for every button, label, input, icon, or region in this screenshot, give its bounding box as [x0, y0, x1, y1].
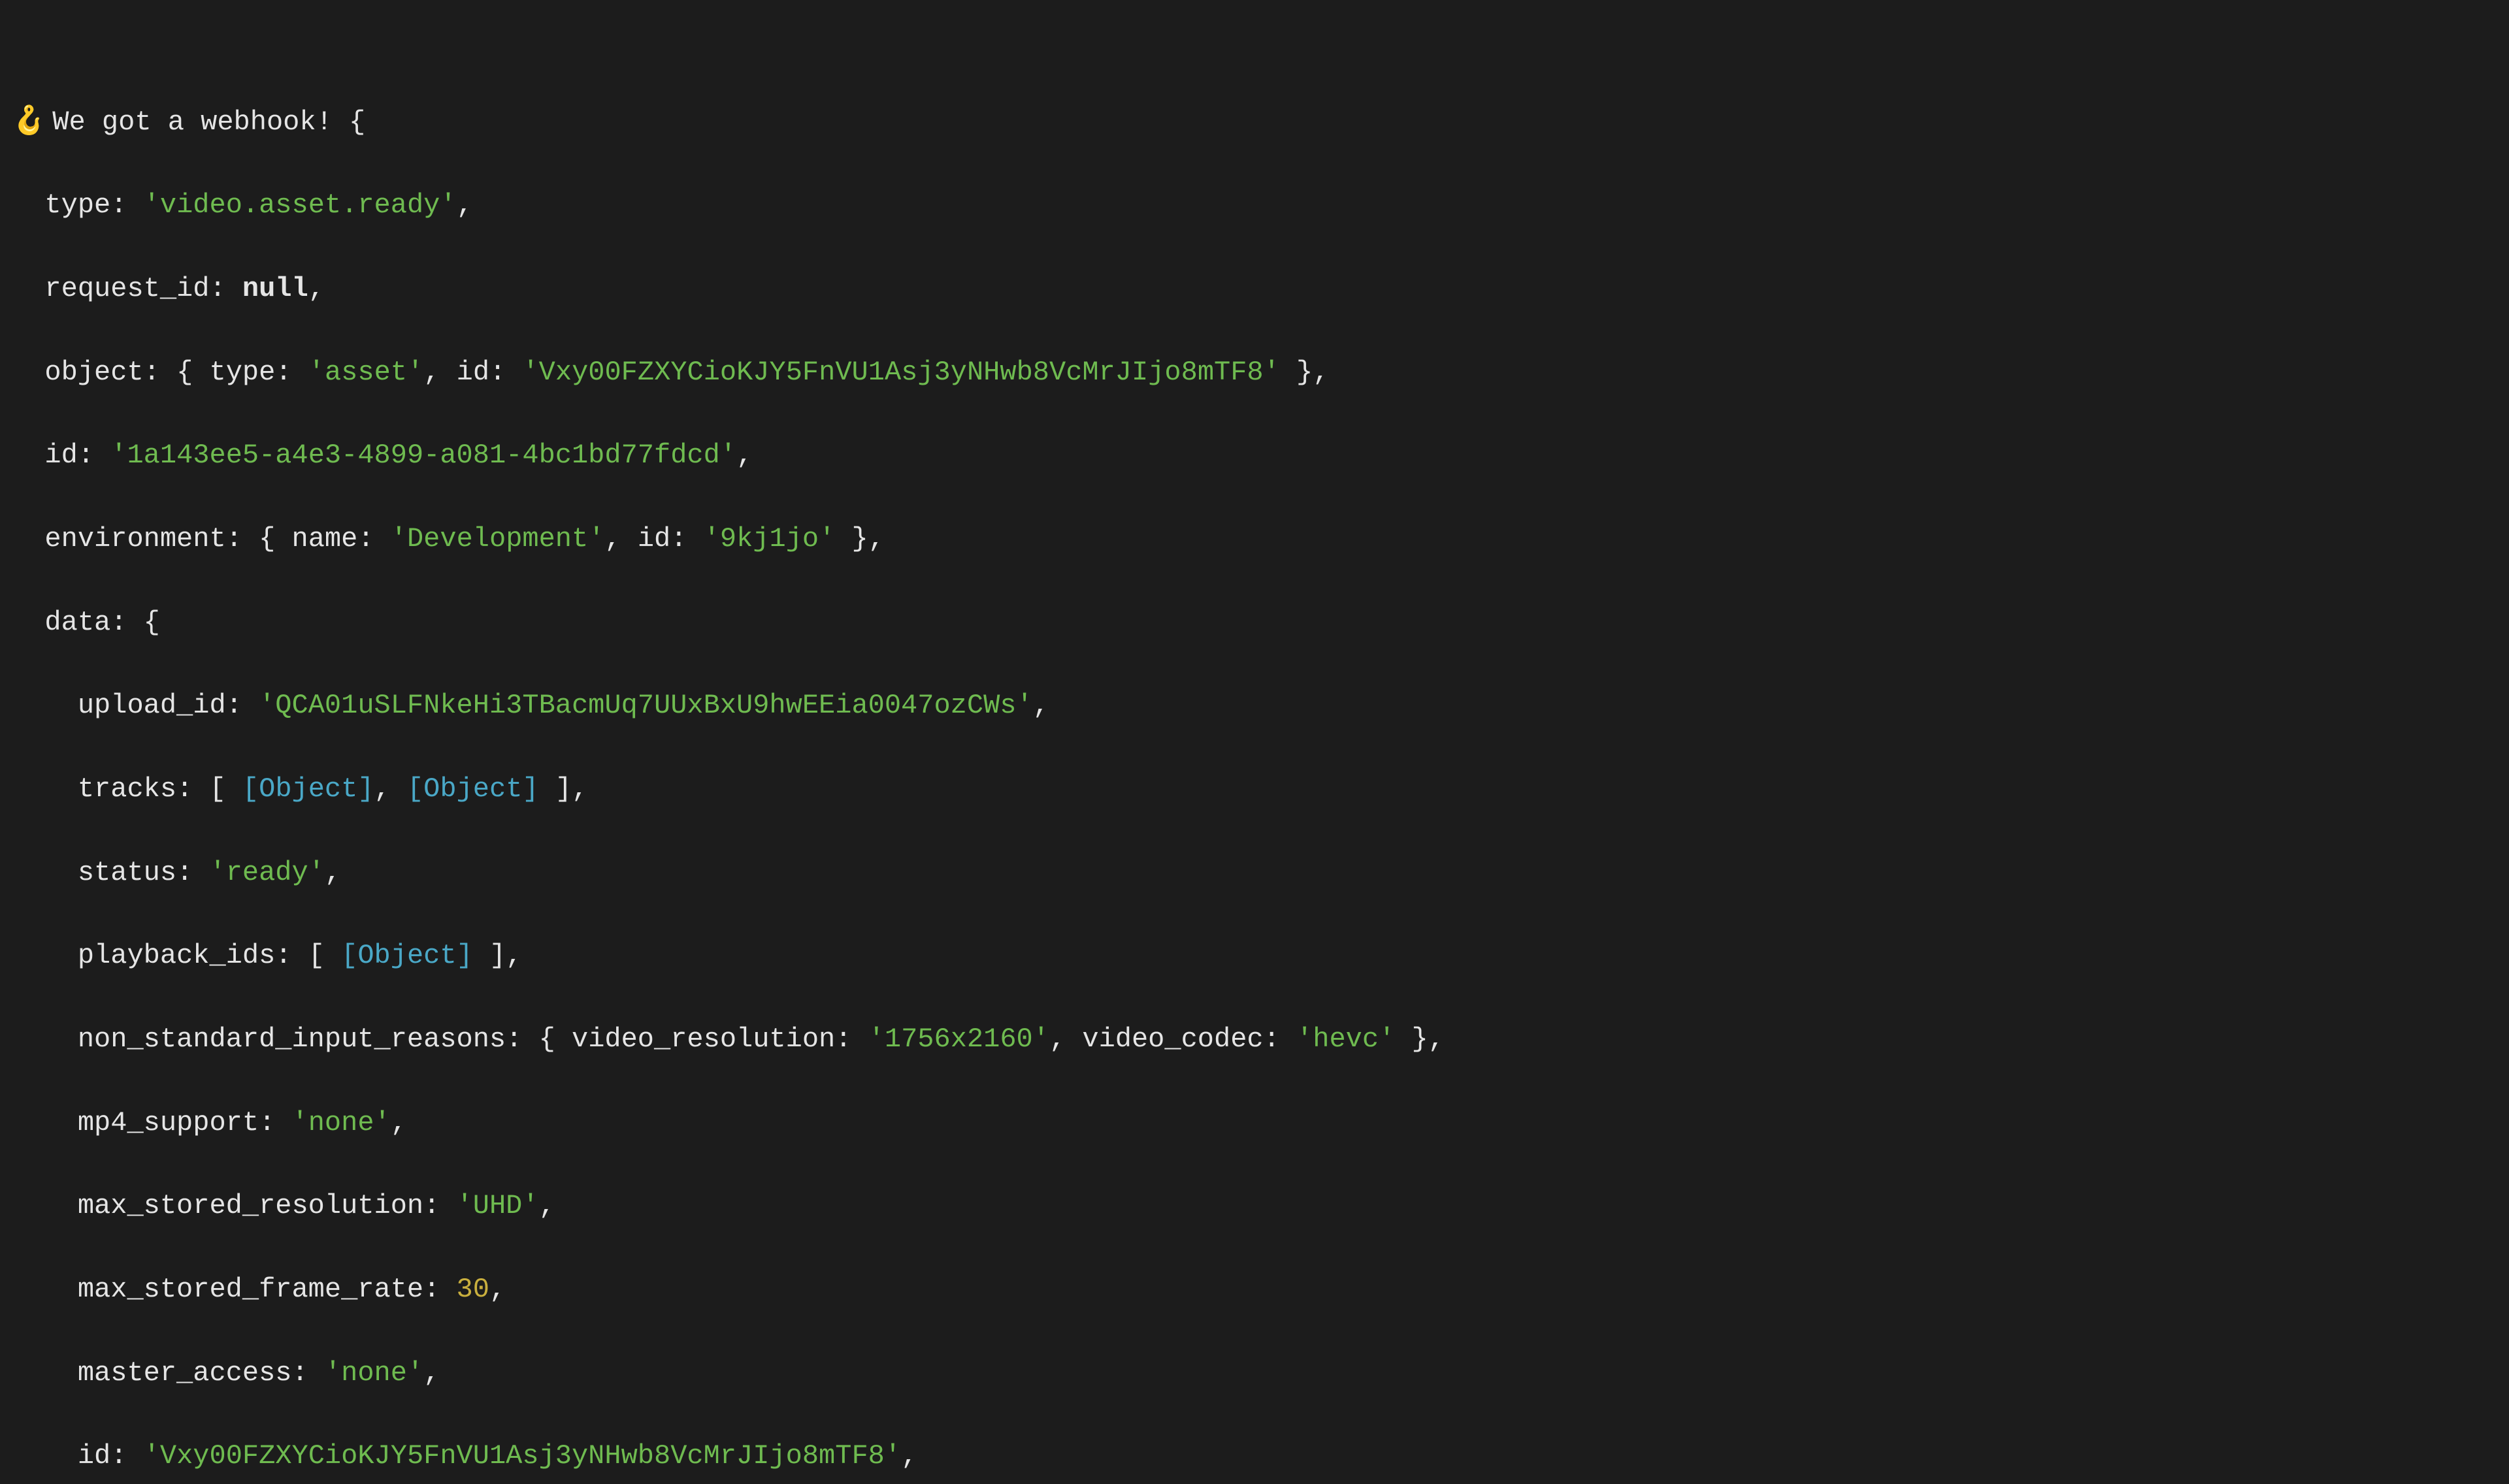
- tracks-object: [Object]: [242, 773, 374, 805]
- max-stored-resolution: 'UHD': [457, 1190, 539, 1221]
- webhook-id: '1a143ee5-a4e3-4899-a081-4bc1bd77fdcd': [110, 440, 736, 471]
- tracks-object: [Object]: [407, 773, 539, 805]
- console-output: 🪝We got a webhook! { type: 'video.asset.…: [0, 0, 2509, 1484]
- hook-icon: 🪝: [12, 106, 46, 138]
- data-id: 'Vxy00FZXYCioKJY5FnVU1Asj3yNHwb8VcMrJIjo…: [144, 1440, 901, 1472]
- master-access: 'none': [325, 1357, 423, 1389]
- max-stored-frame-rate: 30: [457, 1274, 489, 1305]
- intro-text: We got a webhook!: [52, 106, 332, 138]
- object-id: 'Vxy00FZXYCioKJY5FnVU1Asj3yNHwb8VcMrJIjo…: [522, 357, 1279, 388]
- video-resolution: '1756x2160': [868, 1024, 1049, 1055]
- status: 'ready': [209, 857, 324, 888]
- playback-object: [Object]: [341, 940, 473, 971]
- object-type: 'asset': [308, 357, 423, 388]
- env-id: '9kj1jo': [704, 523, 836, 555]
- mp4-support: 'none': [292, 1107, 391, 1138]
- request-id: null: [242, 273, 308, 304]
- video-codec: 'hevc': [1296, 1024, 1395, 1055]
- env-name: 'Development': [391, 523, 605, 555]
- upload-id: 'QCA01uSLFNkeHi3TBacmUq7UUxBxU9hwEEia004…: [259, 690, 1033, 721]
- webhook-type: 'video.asset.ready': [144, 189, 457, 221]
